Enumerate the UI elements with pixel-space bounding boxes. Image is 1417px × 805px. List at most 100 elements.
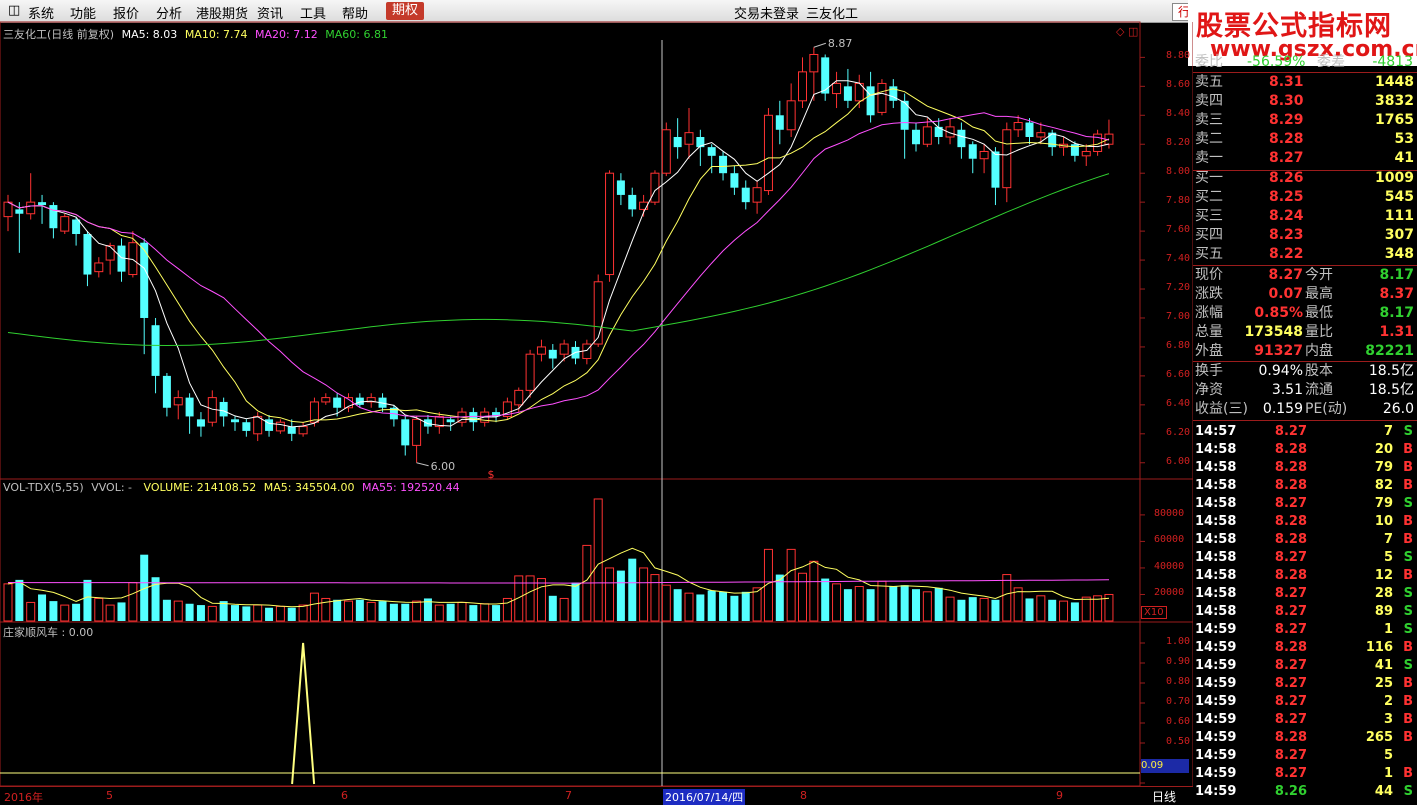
tick-time: 14:58 — [1195, 514, 1237, 529]
volume-bar-down — [49, 601, 58, 621]
trade-tick-row: 14:59 8.28 116 B — [1193, 639, 1417, 657]
tick-price: 8.27 — [1274, 550, 1307, 565]
sell-level-label: 卖三 — [1195, 112, 1223, 128]
trade-tick-row: 14:58 8.27 89 S — [1193, 603, 1417, 621]
volume-bar-down — [72, 603, 81, 621]
tick-time: 14:59 — [1195, 784, 1237, 799]
volume-bar-up — [434, 604, 444, 622]
buy-level-volume: 348 — [1384, 246, 1414, 262]
volume-unit-badge: X10 — [1141, 606, 1167, 619]
candle-body-down — [423, 419, 432, 427]
kline-chart-area[interactable]: 8.87 6.00 $ — [0, 0, 1193, 786]
period-label[interactable]: 日线 — [1152, 788, 1176, 805]
candle-body-down — [673, 137, 682, 148]
tick-side: B — [1403, 694, 1413, 709]
candle-body-up — [1013, 122, 1023, 131]
stat-label: 现价 — [1195, 267, 1223, 283]
tick-side: B — [1403, 442, 1413, 457]
stat-value: 173548 — [1244, 324, 1303, 340]
high-price-label: 8.87 — [828, 37, 853, 50]
candle-body-down — [15, 209, 24, 214]
stat-label: 涨跌 — [1195, 286, 1223, 302]
tick-volume: 12 — [1374, 568, 1393, 583]
volume-bar-down — [117, 602, 126, 621]
tick-volume: 5 — [1383, 748, 1393, 763]
volume-bar-down — [389, 603, 398, 621]
tick-time: 14:59 — [1195, 694, 1237, 709]
volume-bar-up — [979, 597, 989, 622]
sell-level-price: 8.30 — [1269, 93, 1304, 109]
buy-level-row: 买三 8.24 111 — [1193, 207, 1417, 226]
candle-body-up — [309, 401, 319, 423]
tick-volume: 89 — [1374, 604, 1393, 619]
volume-bar-up — [605, 567, 615, 622]
legend-ma60: MA60: 6.81 — [325, 28, 388, 41]
tick-time: 14:58 — [1195, 586, 1237, 601]
stat-value: 0.07 — [1268, 286, 1303, 302]
quote-stat-row: 总量 173548 量比 1.31 — [1193, 323, 1417, 342]
tick-side: S — [1403, 496, 1413, 511]
tick-volume: 10 — [1374, 514, 1393, 529]
tick-side: S — [1403, 586, 1413, 601]
volume-bar-up — [832, 583, 842, 622]
volume-bar-up — [877, 580, 887, 622]
indicator-tick-label: 1.00 — [1166, 636, 1191, 647]
tick-price: 8.28 — [1274, 442, 1307, 457]
candle-body-up — [253, 415, 263, 435]
trade-tick-row: 14:58 8.28 20 B — [1193, 441, 1417, 459]
candle-body-down — [957, 129, 966, 148]
trade-tick-row: 14:58 8.28 7 B — [1193, 531, 1417, 549]
volume-bar-up — [752, 587, 762, 622]
tick-volume: 1 — [1383, 622, 1393, 637]
trade-tick-row: 14:58 8.28 12 B — [1193, 567, 1417, 585]
sell-level-row: 卖二 8.28 53 — [1193, 130, 1417, 149]
volume-bar-up — [854, 586, 864, 622]
chart-frame — [0, 21, 1141, 786]
price-tick-label: 6.00 — [1166, 455, 1191, 467]
x-label-jun: 6 — [341, 789, 348, 802]
price-tick-label: 8.60 — [1166, 79, 1191, 91]
volume-bar-down — [719, 591, 728, 621]
volume-bar-up — [650, 574, 660, 622]
volume-bar-down — [866, 589, 875, 621]
candle-body-down — [968, 144, 977, 159]
high-marker-arrow — [813, 42, 827, 48]
volume-bar-down — [912, 589, 920, 621]
quote-stat-row: 外盘 91327 内盘 82221 — [1193, 342, 1417, 361]
legend-vol-ma5: MA5: 345504.00 — [263, 481, 355, 494]
volume-bar-up — [3, 583, 13, 622]
candle-body-up — [60, 216, 70, 232]
order-diff-value: -4813 — [1372, 54, 1413, 70]
volume-bar-down — [843, 589, 852, 621]
legend-vol-ma55: MA55: 192520.44 — [361, 481, 460, 494]
candle-body-down — [719, 155, 728, 174]
tick-price: 8.28 — [1274, 568, 1307, 583]
price-tick-label: 6.20 — [1166, 426, 1191, 438]
sell-level-volume: 1765 — [1375, 112, 1414, 128]
indicator-panel-name: 庄家顺风车 : 0.00 — [3, 626, 94, 639]
volume-bar-up — [922, 591, 932, 622]
candle-body-down — [548, 349, 557, 359]
candle-body-up — [763, 114, 773, 192]
candle-body-down — [991, 151, 1000, 188]
trade-tick-row: 14:59 8.27 2 B — [1193, 693, 1417, 711]
panel-control-icons[interactable]: ◇ ◫ — [1116, 25, 1138, 38]
candle-body-down — [185, 397, 194, 417]
order-ratio-label: 委比 — [1195, 54, 1223, 70]
volume-bar-down — [265, 607, 274, 621]
fundamental-label: 净资 — [1195, 382, 1223, 398]
buy-level-price: 8.26 — [1269, 170, 1304, 186]
tick-time: 14:59 — [1195, 676, 1237, 691]
sell-level-volume: 41 — [1394, 150, 1414, 166]
stat-value: 0.85% — [1254, 305, 1303, 321]
volume-bar-up — [809, 560, 819, 622]
buy-level-label: 买三 — [1195, 208, 1223, 224]
tick-price: 8.27 — [1274, 766, 1307, 781]
candle-body-down — [355, 397, 364, 405]
candle-body-up — [877, 82, 887, 113]
trade-tick-row: 14:58 8.27 79 S — [1193, 495, 1417, 513]
price-tick-label: 7.00 — [1166, 310, 1191, 322]
price-tick-label: 7.60 — [1166, 224, 1191, 236]
price-tick-label: 8.80 — [1166, 50, 1191, 62]
stat-value-2: 1.31 — [1379, 324, 1414, 340]
